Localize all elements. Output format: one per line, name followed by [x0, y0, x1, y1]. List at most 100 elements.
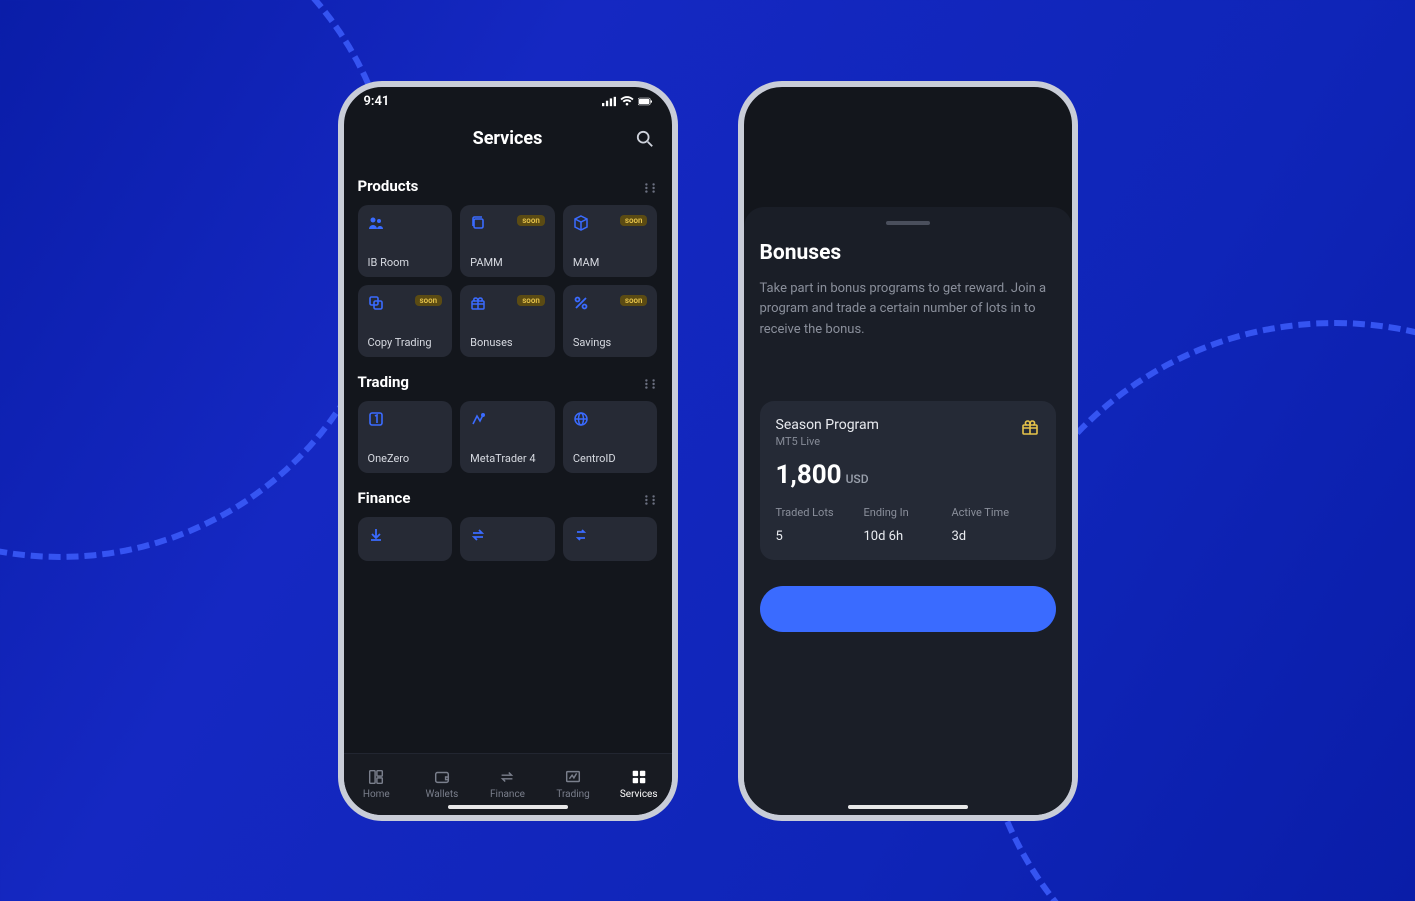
- download-icon: [368, 527, 384, 543]
- tile-onezero[interactable]: OneZero: [358, 401, 453, 473]
- nav-label: Trading: [556, 789, 589, 800]
- soon-badge: soon: [517, 295, 545, 306]
- tile-bonuses[interactable]: soon Bonuses: [460, 285, 555, 357]
- phone-left: 9:41 Services Products IB Room: [338, 81, 678, 821]
- stat-label: Active Time: [952, 506, 1010, 519]
- trading-icon: [564, 768, 582, 786]
- tile-pamm[interactable]: soon PAMM: [460, 205, 555, 277]
- wallet-icon: [433, 768, 451, 786]
- tile-label: Copy Trading: [368, 336, 443, 349]
- square-one-icon: [368, 411, 384, 427]
- program-subtitle: MT5 Live: [776, 435, 879, 448]
- tile-label: MAM: [573, 256, 648, 269]
- home-indicator: [448, 805, 568, 809]
- status-time: 9:41: [364, 94, 390, 109]
- stat-label: Traded Lots: [776, 506, 834, 519]
- nav-home[interactable]: Home: [344, 754, 410, 815]
- stat-value: 3d: [952, 529, 1040, 544]
- tile-metatrader4[interactable]: MetaTrader 4: [460, 401, 555, 473]
- swap-icon: [470, 527, 486, 543]
- gift-icon: [470, 295, 486, 311]
- section-title-trading: Trading: [358, 373, 409, 391]
- nav-label: Finance: [490, 789, 525, 800]
- battery-icon: [638, 96, 652, 107]
- tile-deposit[interactable]: [358, 517, 453, 561]
- amount-value: 1,800: [776, 460, 842, 490]
- copy-icon: [470, 215, 486, 231]
- section-head-finance: Finance: [358, 489, 658, 507]
- page-title: Services: [473, 128, 543, 149]
- sheet-drag-handle[interactable]: [886, 221, 930, 225]
- sheet-title: Bonuses: [760, 241, 1056, 265]
- home-indicator: [848, 805, 968, 809]
- tile-label: Savings: [573, 336, 648, 349]
- users-icon: [368, 215, 384, 231]
- section-title-products: Products: [358, 177, 419, 195]
- home-icon: [367, 768, 385, 786]
- stat-value: 10d 6h: [864, 529, 952, 544]
- section-head-products: Products: [358, 177, 658, 195]
- search-button[interactable]: [636, 130, 654, 148]
- soon-badge: soon: [620, 295, 648, 306]
- tile-savings[interactable]: soon Savings: [563, 285, 658, 357]
- bonuses-sheet: Bonuses Take part in bonus programs to g…: [744, 207, 1072, 815]
- section-title-finance: Finance: [358, 489, 411, 507]
- tile-ib-room[interactable]: IB Room: [358, 205, 453, 277]
- status-icons: [602, 96, 652, 107]
- percent-icon: [573, 295, 589, 311]
- finance-icon: [498, 768, 516, 786]
- tile-copy-trading[interactable]: soon Copy Trading: [358, 285, 453, 357]
- stat-label: Ending In: [864, 506, 909, 519]
- status-time: [764, 94, 767, 109]
- spark-icon: [470, 411, 486, 427]
- bonus-amount: 1,800 USD: [776, 460, 1040, 490]
- status-bar: [744, 87, 1072, 117]
- section-head-trading: Trading: [358, 373, 658, 391]
- products-grid: IB Room soon PAMM soon MAM soon Copy Tra…: [358, 205, 658, 357]
- primary-cta-button[interactable]: [760, 586, 1056, 632]
- globe-icon: [573, 411, 589, 427]
- loop-icon: [573, 527, 589, 543]
- services-icon: [630, 768, 648, 786]
- tile-exchange[interactable]: [563, 517, 658, 561]
- drag-handle-icon[interactable]: [644, 375, 658, 389]
- drag-handle-icon[interactable]: [644, 491, 658, 505]
- tile-mam[interactable]: soon MAM: [563, 205, 658, 277]
- bonus-card[interactable]: Season Program MT5 Live 1,800 USD Traded …: [760, 401, 1056, 560]
- sheet-description: Take part in bonus programs to get rewar…: [760, 279, 1056, 341]
- amount-currency: USD: [846, 472, 869, 486]
- app-header-dimmed: [744, 117, 1072, 161]
- drag-handle-icon[interactable]: [644, 179, 658, 193]
- nav-label: Home: [363, 789, 390, 800]
- bonus-stats: Traded Lots 5 Ending In 10d 6h Active Ti…: [776, 506, 1040, 544]
- tile-centroid[interactable]: CentroID: [563, 401, 658, 473]
- soon-badge: soon: [517, 215, 545, 226]
- tile-label: PAMM: [470, 256, 545, 269]
- tile-label: CentroID: [573, 452, 648, 465]
- page-title-dimmed: [905, 128, 909, 149]
- program-name: Season Program: [776, 417, 879, 433]
- search-icon: [636, 130, 654, 148]
- tile-label: OneZero: [368, 452, 443, 465]
- tile-label: MetaTrader 4: [470, 452, 545, 465]
- stat-value: 5: [776, 529, 864, 544]
- trading-grid: OneZero MetaTrader 4 CentroID: [358, 401, 658, 473]
- tile-transfer[interactable]: [460, 517, 555, 561]
- soon-badge: soon: [620, 215, 648, 226]
- nav-label: Services: [620, 789, 658, 800]
- phone-right: Bonuses Take part in bonus programs to g…: [738, 81, 1078, 821]
- finance-grid: [358, 517, 658, 561]
- cellular-icon: [602, 96, 616, 107]
- cube-icon: [573, 215, 589, 231]
- wifi-icon: [620, 96, 634, 107]
- soon-badge: soon: [415, 295, 443, 306]
- duplicate-icon: [368, 295, 384, 311]
- nav-services[interactable]: Services: [606, 754, 672, 815]
- tile-label: IB Room: [368, 256, 443, 269]
- tile-label: Bonuses: [470, 336, 545, 349]
- services-content: Products IB Room soon PAMM soon MAM: [344, 161, 672, 753]
- gift-icon: [1020, 417, 1040, 437]
- nav-label: Wallets: [426, 789, 459, 800]
- status-bar: 9:41: [344, 87, 672, 117]
- app-header: Services: [344, 117, 672, 161]
